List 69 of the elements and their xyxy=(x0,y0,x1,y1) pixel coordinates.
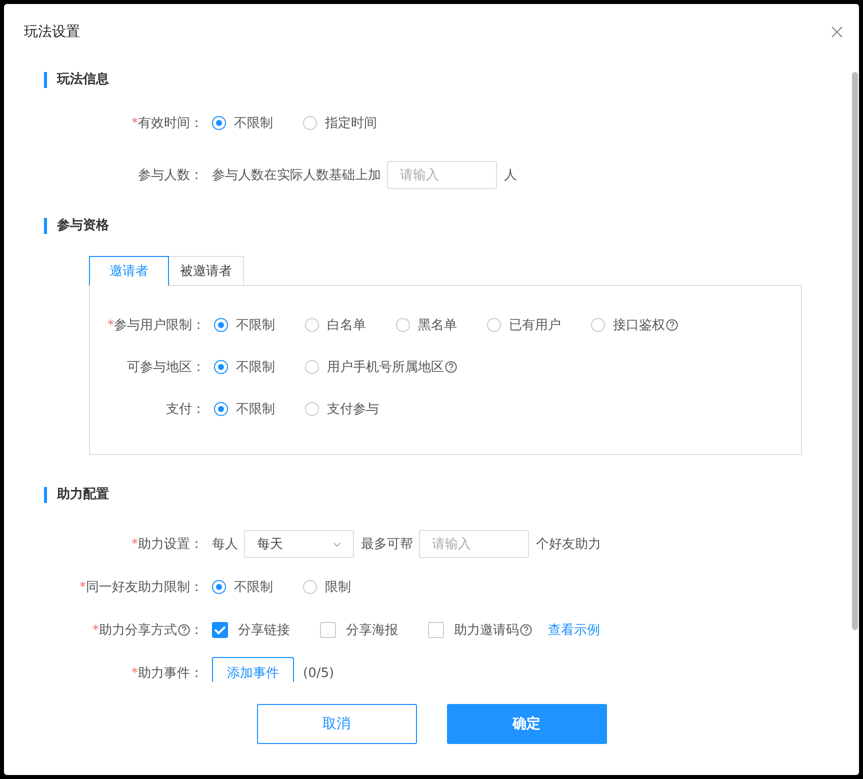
field-label: 助力分享方式 xyxy=(99,622,177,639)
radio-button[interactable] xyxy=(305,402,319,416)
option-label[interactable]: 黑名单 xyxy=(418,316,457,334)
radio-button[interactable] xyxy=(214,402,228,416)
help-icon[interactable] xyxy=(520,624,532,636)
option-label[interactable]: 用户手机号所属地区 xyxy=(327,358,444,376)
option-label[interactable]: 不限制 xyxy=(236,358,275,376)
field-text: 人 xyxy=(504,167,517,184)
field-text: 参与人数在实际人数基础上加 xyxy=(212,167,381,184)
option-label[interactable]: 分享链接 xyxy=(238,621,290,639)
field-label: 支付： xyxy=(166,401,205,418)
colon: ： xyxy=(190,622,203,639)
required-mark: * xyxy=(80,580,86,594)
section-heading: 助力配置 xyxy=(44,487,109,503)
radio-button[interactable] xyxy=(591,318,605,332)
field-label: 可参与地区： xyxy=(127,359,205,376)
input-field[interactable]: 请输入 xyxy=(387,161,497,189)
radio-button[interactable] xyxy=(214,318,228,332)
select-field[interactable]: 每天 xyxy=(244,530,354,558)
radio-button[interactable] xyxy=(212,580,226,594)
radio-button[interactable] xyxy=(487,318,501,332)
option-label[interactable]: 支付参与 xyxy=(327,400,379,418)
required-mark: * xyxy=(92,622,99,638)
option-label[interactable]: 助力邀请码 xyxy=(454,621,519,639)
radio-button[interactable] xyxy=(214,360,228,374)
option-label[interactable]: 不限制 xyxy=(234,114,273,132)
option-label[interactable]: 不限制 xyxy=(234,578,273,596)
scrollbar[interactable] xyxy=(852,72,858,630)
required-mark: * xyxy=(132,536,138,552)
field-label: 有效时间： xyxy=(138,115,203,132)
option-label[interactable]: 分享海报 xyxy=(346,621,398,639)
close-icon[interactable] xyxy=(831,26,843,38)
field-label: 同一好友助力限制： xyxy=(86,579,203,596)
help-icon[interactable] xyxy=(178,624,190,636)
radio-button[interactable] xyxy=(303,116,317,130)
option-label[interactable]: 不限制 xyxy=(236,400,275,418)
radio-button[interactable] xyxy=(212,116,226,130)
field-label: 助力事件： xyxy=(138,665,203,682)
radio-button[interactable] xyxy=(396,318,410,332)
field-text: 每人 xyxy=(212,536,238,553)
help-icon[interactable] xyxy=(445,361,457,373)
option-label[interactable]: 限制 xyxy=(325,578,351,596)
section-heading: 玩法信息 xyxy=(44,72,109,88)
radio-button[interactable] xyxy=(305,360,319,374)
required-mark: * xyxy=(108,318,114,332)
option-label[interactable]: 指定时间 xyxy=(325,114,377,132)
option-label[interactable]: 接口鉴权 xyxy=(613,316,665,334)
option-label[interactable]: 不限制 xyxy=(236,316,275,334)
checkbox[interactable] xyxy=(212,622,228,638)
field-label: 助力设置： xyxy=(138,536,203,553)
dialog-title: 玩法设置 xyxy=(24,23,80,41)
chevron-down-icon xyxy=(333,542,341,546)
required-mark: * xyxy=(132,666,138,680)
checkbox[interactable] xyxy=(320,622,336,638)
tab[interactable]: 被邀请者 xyxy=(168,256,244,286)
event-count: (0/5) xyxy=(303,666,334,680)
required-mark: * xyxy=(132,116,138,130)
radio-button[interactable] xyxy=(303,580,317,594)
checkbox[interactable] xyxy=(428,622,444,638)
option-label[interactable]: 已有用户 xyxy=(509,316,561,334)
field-text: 最多可帮 xyxy=(361,536,413,553)
radio-button[interactable] xyxy=(305,318,319,332)
field-label: 参与用户限制： xyxy=(114,317,205,334)
field-text: 个好友助力 xyxy=(536,536,601,553)
help-icon[interactable] xyxy=(666,319,678,331)
input-field[interactable]: 请输入 xyxy=(419,530,529,558)
option-label[interactable]: 白名单 xyxy=(327,316,366,334)
section-heading: 参与资格 xyxy=(44,218,109,234)
field-label: 参与人数： xyxy=(138,167,203,184)
